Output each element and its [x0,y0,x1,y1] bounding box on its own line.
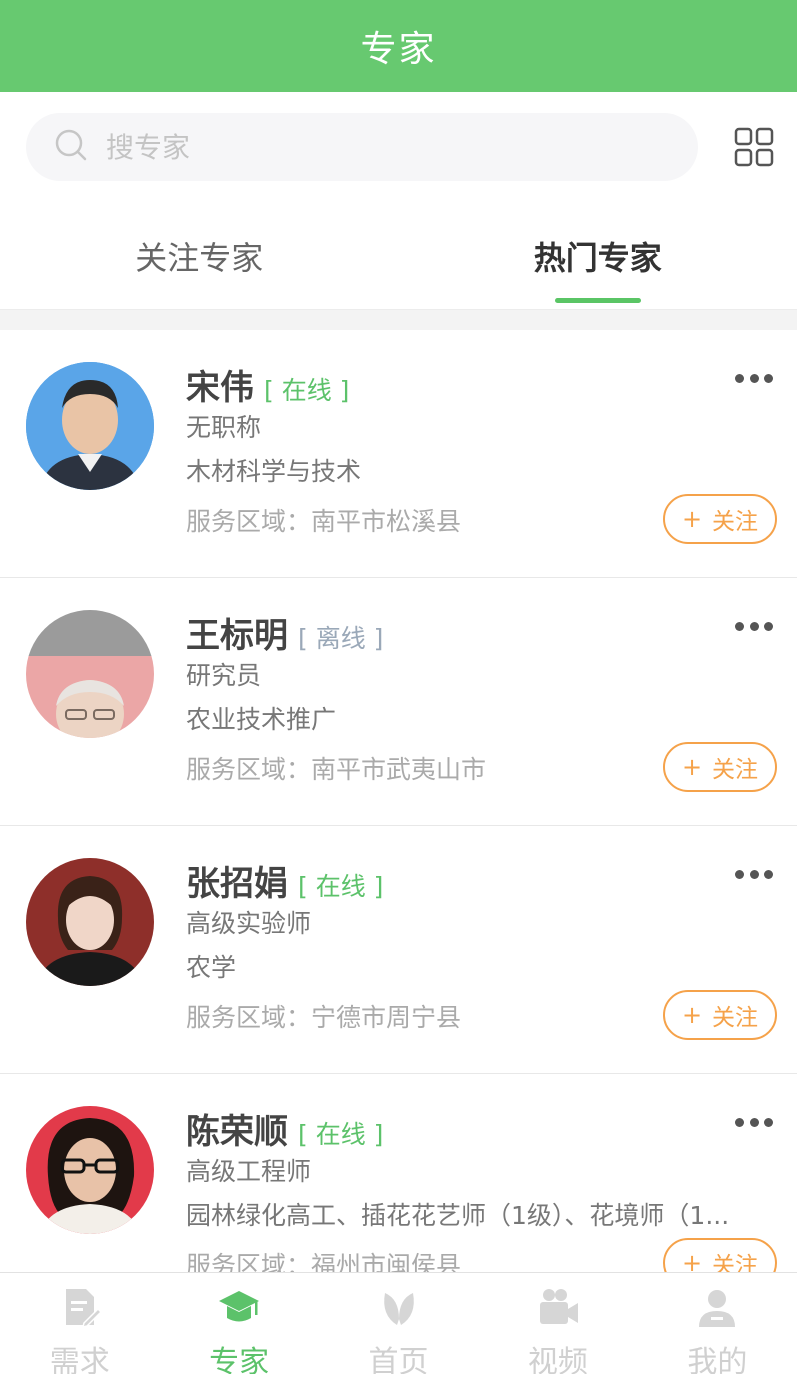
expert-card[interactable]: 王标明 [ 离线 ] 研究员 农业技术推广 服务区域：南平市武夷山市 + 关注 [0,578,797,826]
follow-button[interactable]: + 关注 [663,990,777,1040]
expert-field: 园林绿化高工、插花花艺师（1级）、花境师（1... [186,1201,730,1230]
nav-label: 需求 [49,1345,110,1374]
expert-title: 研究员 [186,661,262,690]
avatar[interactable] [26,1106,154,1234]
expert-name: 王标明 [186,616,288,656]
avatar[interactable] [26,610,154,738]
nav-item-demand[interactable]: 需求 [0,1273,159,1374]
more-options-icon[interactable] [735,374,773,384]
expert-field: 农业技术推广 [186,705,337,734]
more-options-icon[interactable] [735,622,773,632]
active-tab-indicator [554,298,641,303]
document-edit-icon [58,1285,102,1333]
plus-icon: + [681,1249,703,1272]
expert-title: 高级工程师 [186,1157,312,1186]
follow-label: 关注 [712,1253,759,1272]
grid-menu-icon[interactable] [734,127,774,167]
expert-card[interactable]: 宋伟 [ 在线 ] 无职称 木材科学与技术 服务区域：南平市松溪县 + 关注 [0,330,797,578]
follow-label: 关注 [712,757,759,783]
plus-icon: + [681,753,703,781]
tab-bar: 关注专家 热门专家 [0,202,797,310]
follow-button[interactable]: + 关注 [663,494,777,544]
tab-hot-experts[interactable]: 热门专家 [399,202,797,309]
nav-label: 我的 [687,1345,748,1374]
section-divider [0,310,797,330]
expert-list[interactable]: 宋伟 [ 在线 ] 无职称 木材科学与技术 服务区域：南平市松溪县 + 关注 王… [0,330,797,1272]
plus-icon: + [681,505,703,533]
nav-label: 视频 [527,1345,588,1374]
follow-label: 关注 [712,1005,759,1031]
video-camera-icon [536,1285,580,1333]
expert-field: 农学 [186,953,237,982]
top-bar: 专家 [0,0,797,92]
nav-label: 首页 [368,1345,429,1374]
tab-label: 热门专家 [533,238,662,277]
offline-status-badge: [ 离线 ] [298,624,384,653]
more-options-icon[interactable] [735,1118,773,1128]
app-root: 专家 关注专家 热门专家 [0,0,797,1374]
page-title: 专家 [360,29,437,70]
nav-item-experts[interactable]: 专家 [159,1273,318,1374]
nav-label: 专家 [209,1345,270,1374]
expert-card[interactable]: 陈荣顺 [ 在线 ] 高级工程师 园林绿化高工、插花花艺师（1级）、花境师（1.… [0,1074,797,1272]
expert-title: 无职称 [186,413,262,442]
bottom-nav: 需求 专家 首页 视频 我的 [0,1272,797,1374]
leaf-icon [377,1285,421,1333]
user-icon [695,1285,739,1333]
tab-followed-experts[interactable]: 关注专家 [0,202,399,309]
follow-label: 关注 [712,509,759,535]
more-options-icon[interactable] [735,870,773,880]
expert-name: 张招娟 [186,864,288,904]
expert-name: 陈荣顺 [186,1112,288,1152]
search-row [0,92,797,202]
plus-icon: + [681,1001,703,1029]
expert-field: 木材科学与技术 [186,457,362,486]
expert-title: 高级实验师 [186,909,312,938]
nav-item-home[interactable]: 首页 [319,1273,478,1374]
search-box[interactable] [26,113,698,181]
avatar[interactable] [26,858,154,986]
online-status-badge: [ 在线 ] [298,872,384,901]
avatar[interactable] [26,362,154,490]
follow-button[interactable]: + 关注 [663,742,777,792]
tab-label: 关注专家 [135,238,264,277]
graduation-cap-icon [217,1285,261,1333]
nav-item-video[interactable]: 视频 [478,1273,637,1374]
search-icon [54,128,88,166]
expert-card[interactable]: 张招娟 [ 在线 ] 高级实验师 农学 服务区域：宁德市周宁县 + 关注 [0,826,797,1074]
follow-button[interactable]: + 关注 [663,1238,777,1272]
nav-item-mine[interactable]: 我的 [638,1273,797,1374]
online-status-badge: [ 在线 ] [298,1120,384,1149]
search-input[interactable] [106,130,606,164]
expert-name: 宋伟 [186,368,254,408]
online-status-badge: [ 在线 ] [264,376,350,405]
